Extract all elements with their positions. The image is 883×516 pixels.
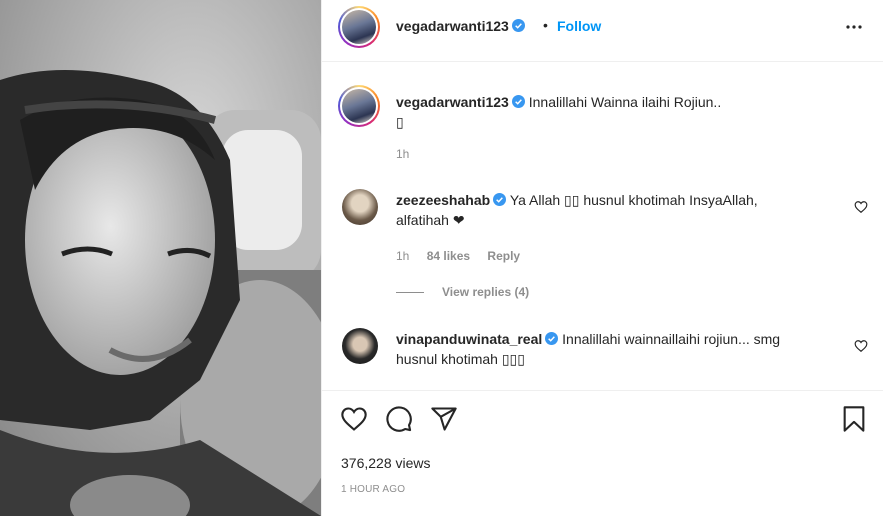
comment-likes[interactable]: 84 likes [427, 249, 470, 263]
avatar[interactable] [342, 189, 378, 225]
divider [396, 292, 424, 294]
more-icon[interactable] [844, 17, 864, 37]
caption-username[interactable]: vegadarwanti123 [396, 94, 509, 110]
post-actions: 376,228 views 1 HOUR AGO [322, 390, 883, 516]
header-username[interactable]: vegadarwanti123 [396, 18, 509, 34]
heart-icon[interactable] [854, 200, 868, 214]
comment-text-line2: husnul khotimah ▯▯▯ [396, 351, 525, 367]
post-panel: vegadarwanti123 • Follow vegadarwanti123… [321, 0, 883, 516]
separator-dot: • [543, 17, 548, 33]
save-icon[interactable] [840, 405, 868, 433]
comment-username[interactable]: zeezeeshahab [396, 192, 490, 208]
like-icon[interactable] [340, 405, 368, 433]
comment-text: Innalillahi wainnaillaihi rojiun... smg [562, 331, 781, 347]
view-replies-button[interactable]: View replies (4) [396, 285, 529, 299]
avatar[interactable] [338, 6, 380, 48]
post-photo [0, 0, 321, 516]
comment-text-line2: alfatihah ❤ [396, 212, 465, 228]
verified-icon [545, 332, 559, 345]
heart-icon[interactable] [854, 339, 868, 353]
view-count[interactable]: 376,228 views [341, 455, 431, 471]
verified-icon [511, 19, 525, 32]
post-media[interactable] [0, 0, 321, 516]
share-icon[interactable] [430, 405, 458, 433]
post-timestamp[interactable]: 1 HOUR AGO [341, 484, 405, 495]
comment-time[interactable]: 1h [396, 249, 409, 263]
caption-emoji: ▯ [396, 114, 404, 130]
caption-text: Innalillahi Wainna ilaihi Rojiun.. [528, 94, 722, 110]
avatar[interactable] [342, 328, 378, 364]
verified-icon [511, 95, 525, 108]
view-replies-label: View replies (4) [442, 285, 530, 299]
reply-button[interactable]: Reply [487, 249, 520, 263]
comments-list[interactable]: vegadarwanti123 Innalillahi Wainna ilaih… [322, 63, 883, 390]
comment-text: Ya Allah ▯▯ husnul khotimah InsyaAllah, [509, 192, 758, 208]
verified-icon [493, 193, 507, 206]
post-header: vegadarwanti123 • Follow [322, 0, 883, 62]
caption-time[interactable]: 1h [396, 147, 409, 161]
comment-icon[interactable] [385, 405, 413, 433]
comment-username[interactable]: vinapanduwinata_real [396, 331, 542, 347]
follow-button[interactable]: Follow [557, 18, 601, 34]
avatar[interactable] [338, 85, 380, 127]
